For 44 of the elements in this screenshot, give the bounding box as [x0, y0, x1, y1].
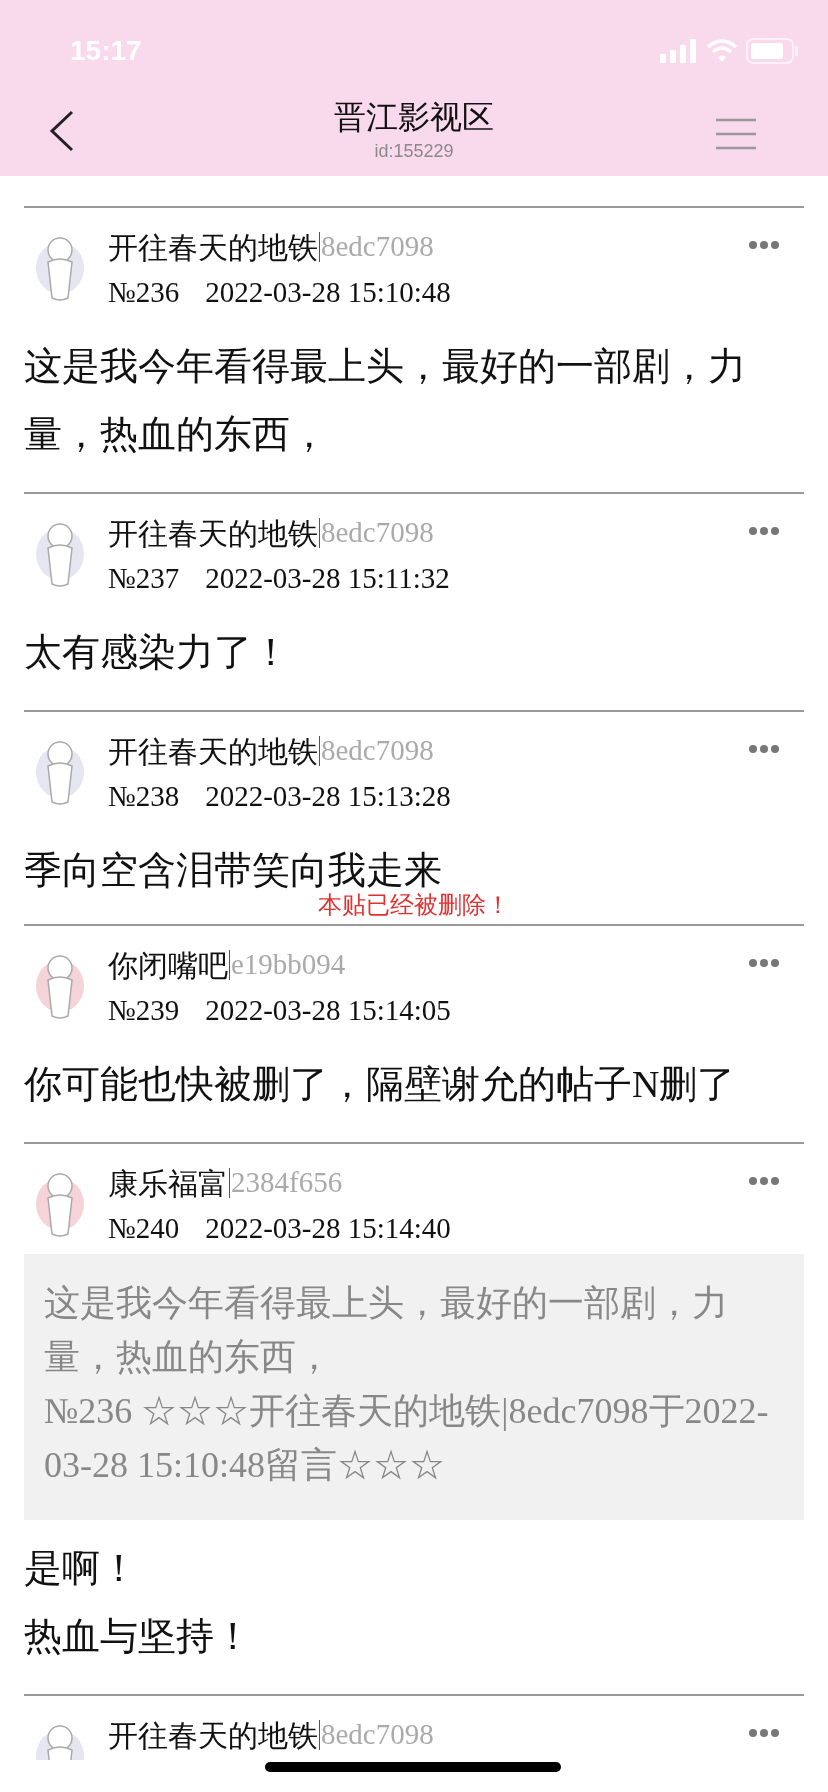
- author-name[interactable]: 开往春天的地铁: [108, 728, 318, 774]
- user-id: e19bb094: [231, 947, 346, 983]
- page-title: 晋江影视区: [334, 98, 494, 137]
- more-icon[interactable]: [748, 240, 780, 250]
- post-number: №236: [108, 275, 180, 311]
- post-number: №238: [108, 779, 180, 815]
- user-id: 8edc7098: [321, 1717, 434, 1753]
- user-id: 8edc7098: [321, 229, 434, 265]
- post-text: 你可能也快被删了，隔壁谢允的帖子N删了: [24, 1063, 736, 1105]
- quote-text: 这是我今年看得最上头，最好的一部剧，力量，热血的东西，: [44, 1282, 729, 1379]
- post-number: №239: [108, 993, 180, 1029]
- board-id: id:155229: [374, 140, 454, 163]
- post-text: 太有感染力了！: [24, 631, 290, 673]
- menu-icon[interactable]: [716, 118, 756, 150]
- back-icon[interactable]: [48, 110, 74, 152]
- author-name[interactable]: 康乐福富: [108, 1160, 228, 1206]
- post-time: 2022-03-28 15:14:05: [205, 993, 451, 1029]
- post-time: 2022-03-28 15:11:32: [205, 561, 450, 597]
- more-icon[interactable]: [748, 958, 780, 968]
- post-time: 2022-03-28 15:10:48: [205, 275, 451, 311]
- post-text: 这是我今年看得最上头，最好的一部剧，力量，热血的东西，: [24, 345, 746, 455]
- more-icon[interactable]: [748, 744, 780, 754]
- quote-text: №236 ☆☆☆开往春天的地铁|8edc7098于2022-03-28 15:10:48留言☆☆☆: [44, 1390, 770, 1487]
- user-id: 2384f656: [231, 1165, 343, 1201]
- author-name[interactable]: 你闭嘴吧: [108, 942, 228, 988]
- author-name[interactable]: 开往春天的地铁: [108, 224, 318, 270]
- more-icon[interactable]: [748, 1176, 780, 1186]
- user-id: 8edc7098: [321, 515, 434, 551]
- more-icon[interactable]: [748, 1728, 780, 1738]
- post-text: 是啊！: [24, 1547, 138, 1589]
- deleted-notice: 本贴已经被删除！: [318, 890, 510, 920]
- post-number: №237: [108, 561, 180, 597]
- post-time: 2022-03-28 15:14:40: [205, 1211, 451, 1247]
- author-name[interactable]: 开往春天的地铁: [108, 1712, 318, 1758]
- post-number: №240: [108, 1211, 180, 1247]
- post-time: 2022-03-28 15:13:28: [205, 779, 451, 815]
- wifi-icon: [706, 39, 738, 63]
- user-id: 8edc7098: [321, 733, 434, 769]
- author-name[interactable]: 开往春天的地铁: [108, 510, 318, 556]
- signal-icon: [660, 39, 698, 63]
- post-text: 热血与坚持！: [24, 1615, 252, 1657]
- post-text: 季向空含泪带笑向我走来: [24, 849, 442, 891]
- more-icon[interactable]: [748, 526, 780, 536]
- battery-icon: [746, 38, 800, 64]
